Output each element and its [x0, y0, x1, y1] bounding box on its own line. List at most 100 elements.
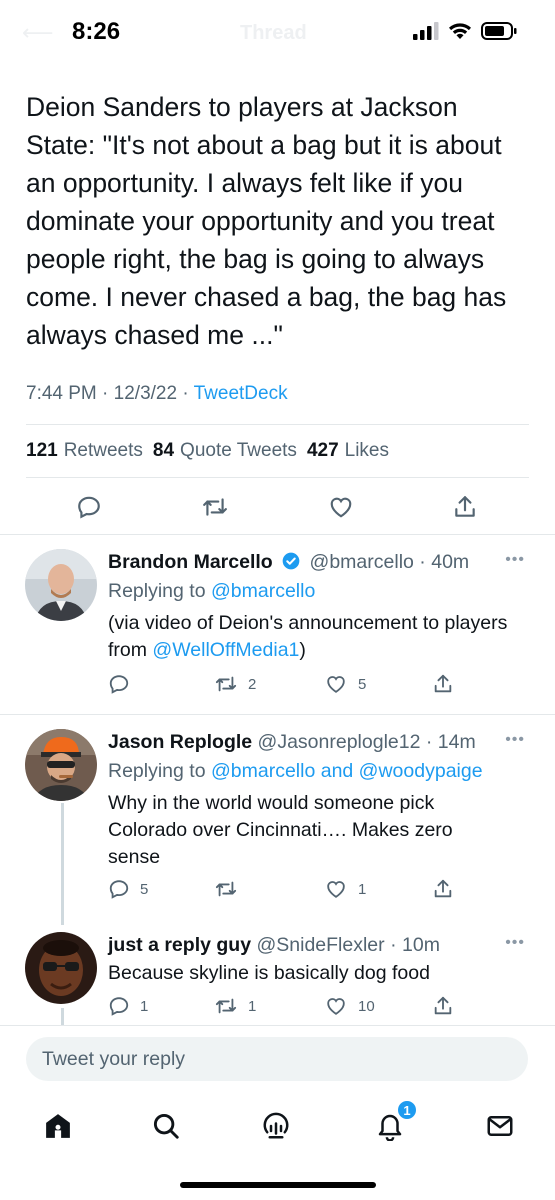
likes-label: Likes	[344, 440, 389, 461]
likes-count: 427	[306, 440, 339, 461]
like-button[interactable]	[326, 492, 356, 522]
signal-icon	[413, 22, 439, 40]
heart-icon	[330, 497, 352, 518]
reply-actions: 5 1	[108, 878, 468, 904]
tweet-source-link[interactable]: TweetDeck	[194, 383, 288, 404]
avatar[interactable]	[25, 549, 97, 621]
avatar[interactable]	[25, 729, 97, 801]
reply-icon	[78, 496, 100, 519]
more-options-icon[interactable]: •••	[505, 551, 525, 569]
nav-search[interactable]	[148, 1108, 184, 1144]
divider	[26, 424, 529, 425]
reply-icon	[109, 880, 129, 899]
replying-mention-link[interactable]: @bmarcello and @woodypaige	[211, 760, 483, 782]
share-button[interactable]	[432, 995, 454, 1017]
reply-time: 10m	[402, 934, 440, 956]
reply-body: Brandon Marcello @bmarcello · 40m Replyi…	[108, 549, 528, 664]
author-handle[interactable]: @bmarcello	[310, 551, 414, 573]
reply-header: Brandon Marcello @bmarcello · 40m	[108, 551, 470, 573]
thread-line	[61, 1008, 64, 1026]
retweet-icon	[215, 998, 237, 1014]
home-indicator	[180, 1182, 376, 1188]
reply-actions: 1 1 10	[108, 995, 468, 1021]
meta-separator: ·	[102, 383, 114, 404]
more-options-icon[interactable]: •••	[505, 731, 525, 749]
like-button[interactable]: 5	[324, 673, 366, 695]
nav-home[interactable]	[40, 1108, 76, 1144]
status-icons	[413, 22, 517, 40]
author-name[interactable]: Brandon Marcello	[108, 551, 273, 573]
share-button[interactable]	[432, 878, 454, 900]
like-count: 5	[358, 675, 367, 693]
retweet-icon	[215, 881, 237, 897]
reply-count: 1	[140, 997, 149, 1015]
quote-tweets-stat[interactable]: 84 Quote Tweets	[153, 440, 297, 462]
retweets-count: 121	[26, 440, 58, 461]
replying-label: Replying to	[108, 760, 206, 782]
header-title: Thread	[240, 22, 307, 44]
replying-mention-link[interactable]: @bmarcello	[211, 580, 315, 602]
spaces-icon	[263, 1112, 289, 1139]
wifi-icon	[449, 23, 471, 39]
author-handle[interactable]: @SnideFlexler	[256, 934, 384, 956]
tweet-date: 12/3/22	[113, 383, 178, 404]
author-handle[interactable]: @Jasonreplogle12	[258, 731, 421, 753]
reply-body: Jason Replogle @Jasonreplogle12 · 14m Re…	[108, 729, 528, 871]
retweet-button[interactable]	[214, 878, 248, 900]
reply-button[interactable]: 5	[108, 878, 148, 900]
main-tweet-actions	[0, 492, 555, 528]
replying-label: Replying to	[108, 580, 206, 602]
avatar[interactable]	[25, 932, 97, 1004]
reply-text: Because skyline is basically dog food	[108, 962, 430, 984]
reply-count: 5	[140, 880, 149, 898]
reply-body: just a reply guy @SnideFlexler · 10m Bec…	[108, 932, 528, 987]
more-options-icon[interactable]: •••	[505, 934, 525, 952]
reply-text-part: )	[299, 639, 306, 661]
reply-button[interactable]	[74, 492, 104, 522]
reply-button[interactable]: 1	[108, 995, 148, 1017]
battery-icon	[481, 22, 517, 40]
likes-stat[interactable]: 427 Likes	[307, 440, 389, 462]
reply-icon	[109, 997, 129, 1016]
share-button[interactable]	[450, 492, 480, 522]
like-button[interactable]: 1	[324, 878, 366, 900]
share-icon	[434, 879, 452, 898]
retweet-icon	[215, 676, 237, 692]
heart-icon	[327, 998, 345, 1015]
divider	[0, 714, 555, 715]
back-arrow-icon[interactable]: ⟵	[22, 20, 54, 46]
author-name[interactable]: Jason Replogle	[108, 731, 252, 753]
status-time: 8:26	[72, 18, 121, 45]
reply-text: Why in the world would someone pick Colo…	[108, 792, 453, 868]
reply-icon	[109, 675, 129, 694]
messages-icon	[487, 1116, 513, 1136]
tweet-meta: 7:44 PM · 12/3/22 · TweetDeck	[26, 383, 288, 405]
retweet-button[interactable]: 2	[214, 673, 256, 695]
retweet-button[interactable]	[200, 492, 230, 522]
like-button[interactable]: 10	[324, 995, 375, 1017]
share-icon	[434, 996, 452, 1015]
reply-time: 14m	[437, 731, 476, 753]
compose-placeholder: Tweet your reply	[42, 1048, 186, 1070]
nav-notifications[interactable]: 1	[372, 1099, 418, 1144]
retweets-label: Retweets	[63, 440, 143, 461]
share-button[interactable]	[432, 673, 454, 695]
main-tweet-text: Deion Sanders to players at Jackson Stat…	[26, 92, 507, 350]
nav-spaces[interactable]	[258, 1108, 294, 1144]
tweet-stats: 121 Retweets 84 Quote Tweets 427 Likes	[26, 440, 389, 462]
divider	[0, 534, 555, 535]
reply-button[interactable]	[108, 673, 140, 695]
reply-text: (via video of Deion's announcement to pl…	[108, 610, 528, 664]
meta-separator: ·	[182, 383, 194, 404]
reply-compose-input[interactable]: Tweet your reply	[26, 1037, 528, 1081]
nav-messages[interactable]	[482, 1108, 518, 1144]
status-bar: ⟵ Thread 8:26	[0, 0, 555, 62]
divider	[26, 477, 529, 478]
retweets-stat[interactable]: 121 Retweets	[26, 440, 143, 462]
search-icon	[153, 1113, 179, 1139]
heart-icon	[327, 676, 345, 693]
mention-link[interactable]: @WellOffMedia1	[152, 639, 299, 661]
verified-badge-icon	[282, 552, 300, 570]
retweet-button[interactable]: 1	[214, 995, 256, 1017]
author-name[interactable]: just a reply guy	[108, 934, 251, 956]
